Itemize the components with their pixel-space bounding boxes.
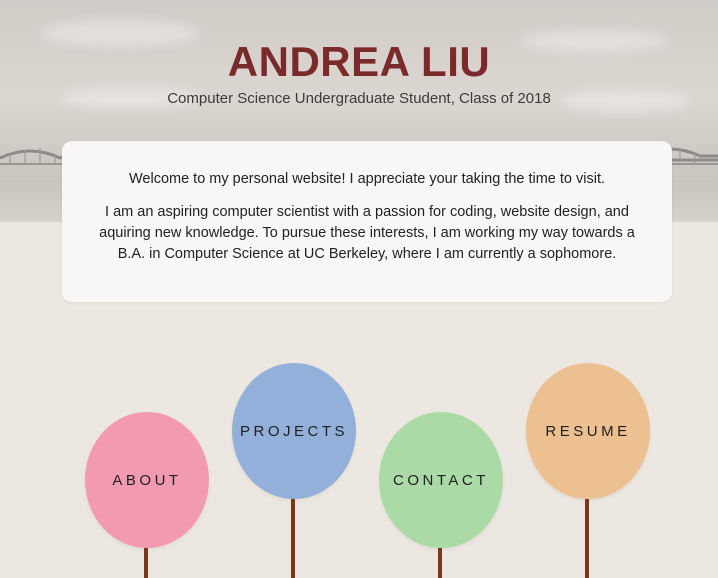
balloon-string	[291, 497, 295, 578]
site-tagline: Computer Science Undergraduate Student, …	[167, 90, 551, 107]
nav-projects-button[interactable]: PROJECTS	[232, 363, 356, 499]
projects-balloon-wrap: PROJECTS	[232, 363, 356, 499]
bio-text: I am an aspiring computer scientist with…	[99, 204, 635, 262]
site-title: ANDREA LIU	[227, 38, 491, 85]
balloon-string	[438, 546, 442, 578]
balloon-string	[585, 497, 589, 578]
nav-contact-button[interactable]: CONTACT	[379, 412, 503, 548]
welcome-text: Welcome to my personal website! I apprec…	[128, 171, 606, 187]
about-balloon-wrap: ABOUT	[85, 412, 209, 548]
nav-resume-button[interactable]: RESUME	[526, 363, 650, 499]
welcome-card: Welcome to my personal website! I apprec…	[62, 141, 672, 302]
nav-about-button[interactable]: ABOUT	[85, 412, 209, 548]
balloon-string	[144, 546, 148, 578]
resume-balloon-wrap: RESUME	[526, 363, 650, 499]
contact-balloon-wrap: CONTACT	[379, 412, 503, 548]
